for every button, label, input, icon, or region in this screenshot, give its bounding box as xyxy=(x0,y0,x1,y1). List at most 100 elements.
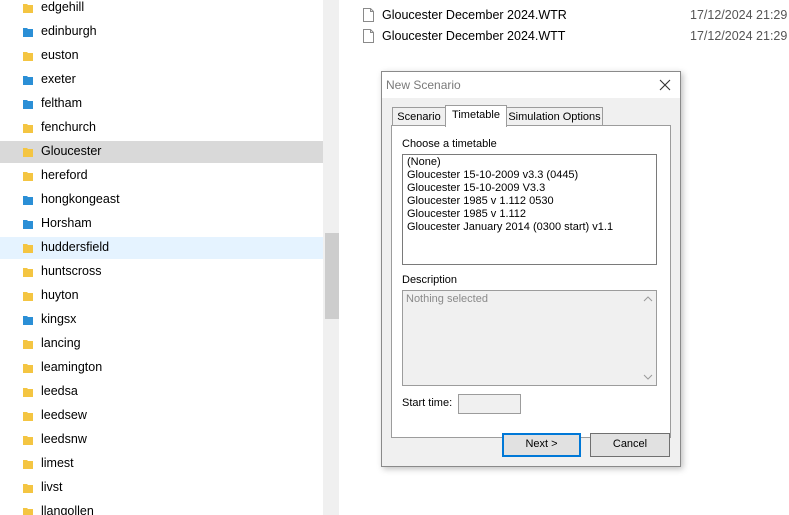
scroll-down-icon[interactable] xyxy=(643,372,653,382)
folder-icon xyxy=(23,4,33,13)
folder-icon xyxy=(23,124,33,133)
folder-item[interactable]: huyton xyxy=(0,285,323,307)
folder-icon xyxy=(23,220,33,229)
folder-label: huddersfield xyxy=(41,240,110,254)
tab-label: Timetable xyxy=(452,109,500,121)
folder-icon xyxy=(23,100,33,109)
folder-item[interactable]: Gloucester xyxy=(0,141,323,163)
start-time-label: Start time: xyxy=(402,397,453,409)
folder-label: edgehill xyxy=(41,0,85,14)
file-date: 17/12/2024 21:29 xyxy=(690,29,788,43)
cancel-button[interactable]: Cancel xyxy=(590,433,670,457)
choose-timetable-label: Choose a timetable xyxy=(402,138,497,150)
folder-item[interactable]: Horsham xyxy=(0,213,323,235)
folder-icon xyxy=(23,436,33,445)
folder-label: hongkongeast xyxy=(41,192,120,206)
folder-icon xyxy=(23,316,33,325)
tab-timetable[interactable]: Timetable xyxy=(445,105,507,127)
folder-icon xyxy=(23,388,33,397)
file-row[interactable]: Gloucester December 2024.WTR 17/12/2024 … xyxy=(363,6,787,26)
timetable-option[interactable]: (None) xyxy=(407,156,441,168)
folder-item[interactable]: euston xyxy=(0,45,323,67)
folder-item[interactable]: edgehill xyxy=(0,0,323,19)
folder-list-scrollbar-thumb[interactable] xyxy=(325,233,339,319)
description-label: Description xyxy=(402,274,458,286)
folder-icon xyxy=(23,196,33,205)
description-box: Nothing selected xyxy=(402,290,657,386)
folder-item[interactable]: leedsa xyxy=(0,381,323,403)
folder-icon xyxy=(23,268,33,277)
folder-label: fenchurch xyxy=(41,120,96,134)
folder-label: feltham xyxy=(41,96,82,110)
folder-item[interactable]: leedsew xyxy=(0,405,323,427)
timetable-listbox[interactable]: (None) Gloucester 15-10-2009 v3.3 (0445)… xyxy=(402,154,657,265)
tab-label: Simulation Options xyxy=(508,111,601,123)
dialog-titlebar[interactable]: New Scenario xyxy=(382,72,680,98)
folder-label: Gloucester xyxy=(41,144,102,158)
timetable-option[interactable]: Gloucester 1985 v 1.112 xyxy=(407,208,526,220)
folder-item[interactable]: leamington xyxy=(0,357,323,379)
scroll-up-icon[interactable] xyxy=(643,294,653,304)
folder-label: limest xyxy=(41,456,74,470)
folder-item[interactable]: hereford xyxy=(0,165,323,187)
close-button[interactable] xyxy=(656,76,674,94)
description-text: Nothing selected xyxy=(406,293,488,305)
folder-label: livst xyxy=(41,480,63,494)
folder-label: leedsnw xyxy=(41,432,87,446)
tab-simulation-options[interactable]: Simulation Options xyxy=(506,107,603,127)
timetable-option[interactable]: Gloucester January 2014 (0300 start) v1.… xyxy=(407,221,613,233)
folder-label: exeter xyxy=(41,72,76,86)
timetable-option[interactable]: Gloucester 15-10-2009 V3.3 xyxy=(407,182,545,194)
file-date: 17/12/2024 21:29 xyxy=(690,8,788,22)
folder-icon xyxy=(23,340,33,349)
next-button[interactable]: Next > xyxy=(502,433,581,457)
folder-icon xyxy=(23,484,33,493)
file-name: Gloucester December 2024.WTT xyxy=(382,29,566,43)
folder-label: leedsa xyxy=(41,384,78,398)
folder-item[interactable]: feltham xyxy=(0,93,323,115)
folder-item[interactable]: limest xyxy=(0,453,323,475)
folder-item[interactable]: kingsx xyxy=(0,309,323,331)
folder-item[interactable]: lancing xyxy=(0,333,323,355)
timetable-option[interactable]: Gloucester 15-10-2009 v3.3 (0445) xyxy=(407,169,578,181)
folder-item[interactable]: fenchurch xyxy=(0,117,323,139)
dialog-title: New Scenario xyxy=(386,78,461,92)
folder-label: kingsx xyxy=(41,312,77,326)
folder-label: hereford xyxy=(41,168,88,182)
folder-icon xyxy=(23,460,33,469)
folder-item[interactable]: hongkongeast xyxy=(0,189,323,211)
description-scrollbar[interactable] xyxy=(640,291,656,385)
document-icon xyxy=(363,29,374,43)
file-name: Gloucester December 2024.WTR xyxy=(382,8,567,22)
folder-icon xyxy=(23,76,33,85)
folder-item[interactable]: edinburgh xyxy=(0,21,323,43)
folder-label: huyton xyxy=(41,288,79,302)
folder-icon xyxy=(23,52,33,61)
folder-item[interactable]: huntscross xyxy=(0,261,323,283)
folder-item[interactable]: livst xyxy=(0,477,323,499)
folder-label: leedsew xyxy=(41,408,87,422)
folder-label: lancing xyxy=(41,336,81,350)
folder-label: huntscross xyxy=(41,264,102,278)
tab-scenario[interactable]: Scenario xyxy=(392,107,446,127)
folder-item[interactable]: leedsnw xyxy=(0,429,323,451)
folder-item[interactable]: huddersfield xyxy=(0,237,323,259)
start-time-input[interactable] xyxy=(458,394,521,414)
folder-icon xyxy=(23,172,33,181)
folder-icon xyxy=(23,364,33,373)
cancel-button-label: Cancel xyxy=(612,438,648,450)
folder-label: Horsham xyxy=(41,216,92,230)
folder-icon xyxy=(23,292,33,301)
file-row[interactable]: Gloucester December 2024.WTT 17/12/2024 … xyxy=(363,27,787,47)
folder-label: edinburgh xyxy=(41,24,97,38)
close-icon xyxy=(659,79,671,91)
folder-icon xyxy=(23,244,33,253)
folder-list-pane: edgehill edinburgh euston exeter feltham fenc… xyxy=(0,0,323,515)
folder-label: euston xyxy=(41,48,79,62)
timetable-option[interactable]: Gloucester 1985 v 1.112 0530 xyxy=(407,195,554,207)
folder-item[interactable]: llangollen xyxy=(0,501,323,515)
folder-icon xyxy=(23,412,33,421)
next-button-label: Next > xyxy=(525,438,558,450)
folder-icon xyxy=(23,148,33,157)
folder-item[interactable]: exeter xyxy=(0,69,323,91)
